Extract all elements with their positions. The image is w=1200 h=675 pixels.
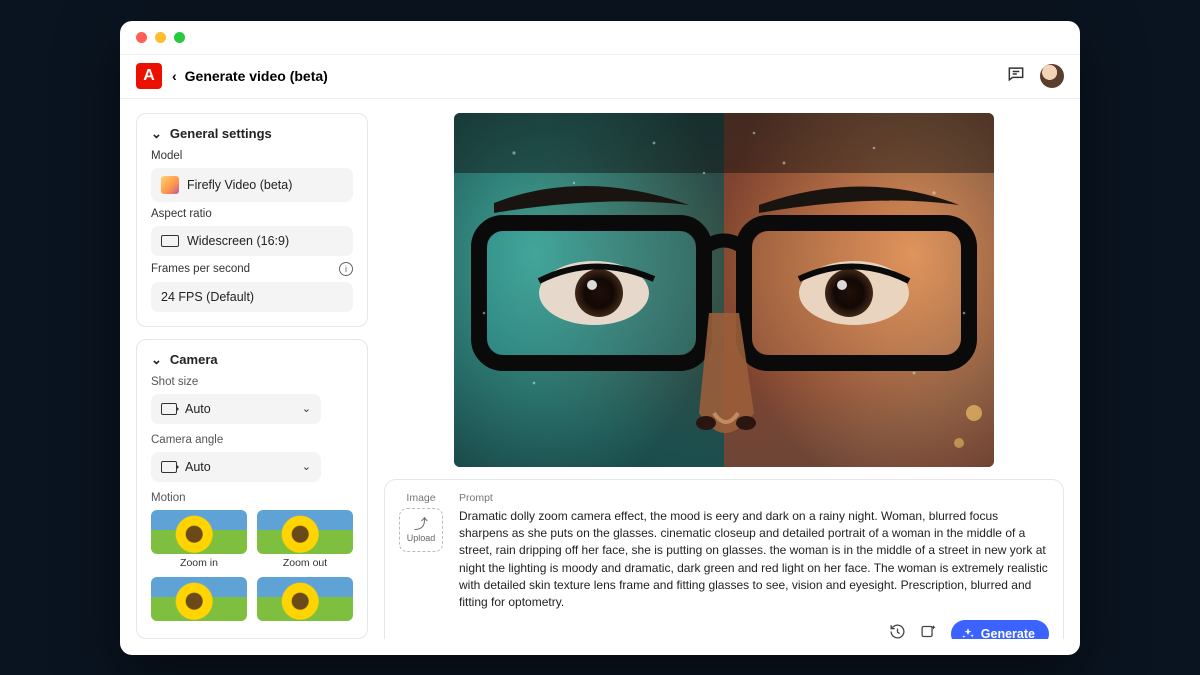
- fps-label: Frames per second: [151, 263, 250, 275]
- motion-option-zoom-in[interactable]: Zoom in: [151, 510, 247, 569]
- aspect-value: Widescreen (16:9): [187, 234, 289, 248]
- adobe-logo-icon: A: [136, 63, 162, 89]
- upload-icon: ⤴︎: [414, 517, 428, 531]
- motion-option-extra-2[interactable]: [257, 577, 353, 621]
- main-area: Image ⤴︎ Upload Prompt Dramatic dolly zo…: [384, 113, 1064, 639]
- model-value: Firefly Video (beta): [187, 178, 292, 192]
- history-icon[interactable]: [889, 623, 906, 639]
- chevron-down-icon: ⌄: [302, 402, 311, 415]
- camera-angle-dropdown[interactable]: Auto ⌄: [151, 452, 321, 482]
- aspect-label: Aspect ratio: [151, 208, 353, 220]
- back-button[interactable]: ‹ Generate video (beta): [172, 68, 328, 84]
- general-settings-toggle[interactable]: ⌄ General settings: [151, 126, 353, 142]
- prompt-label: Prompt: [459, 492, 1049, 504]
- chevron-down-icon: ⌄: [151, 352, 162, 368]
- camera-panel: ⌄ Camera Shot size Auto ⌄ Camera angle A…: [136, 339, 368, 639]
- sunflower-thumb-icon: [151, 577, 247, 621]
- image-column-label: Image: [406, 492, 435, 504]
- chevron-down-icon: ⌄: [151, 126, 162, 142]
- camera-angle-label: Camera angle: [151, 434, 353, 446]
- prompt-text[interactable]: Dramatic dolly zoom camera effect, the m…: [459, 508, 1049, 612]
- chevron-down-icon: ⌄: [302, 460, 311, 473]
- sunflower-thumb-icon: [257, 577, 353, 621]
- shot-size-dropdown[interactable]: Auto ⌄: [151, 394, 321, 424]
- window-zoom-button[interactable]: [174, 32, 185, 43]
- camera-angle-value: Auto: [185, 460, 211, 474]
- motion-options: Zoom in Zoom out: [151, 510, 353, 621]
- motion-caption: Zoom in: [151, 557, 247, 569]
- page-title: Generate video (beta): [185, 68, 328, 84]
- fps-value: 24 FPS (Default): [161, 290, 254, 304]
- general-settings-title: General settings: [170, 126, 272, 141]
- motion-caption: Zoom out: [257, 557, 353, 569]
- firefly-thumb-icon: [161, 176, 179, 194]
- model-label: Model: [151, 150, 353, 162]
- app-header: A ‹ Generate video (beta): [120, 55, 1080, 99]
- info-icon[interactable]: i: [339, 262, 353, 276]
- user-avatar[interactable]: [1040, 64, 1064, 88]
- chevron-left-icon: ‹: [172, 68, 177, 84]
- upload-label: Upload: [407, 533, 436, 543]
- motion-option-extra-1[interactable]: [151, 577, 247, 621]
- motion-option-zoom-out[interactable]: Zoom out: [257, 510, 353, 569]
- settings-sidebar: ⌄ General settings Model Firefly Video (…: [136, 113, 368, 639]
- general-settings-panel: ⌄ General settings Model Firefly Video (…: [136, 113, 368, 327]
- window-traffic-lights: [120, 21, 1080, 55]
- window-minimize-button[interactable]: [155, 32, 166, 43]
- generate-button-label: Generate: [981, 627, 1035, 639]
- app-window: A ‹ Generate video (beta) ⌄ General sett…: [120, 21, 1080, 655]
- motion-label: Motion: [151, 492, 353, 504]
- sunflower-thumb-icon: [257, 510, 353, 554]
- model-selector[interactable]: Firefly Video (beta): [151, 168, 353, 202]
- upload-image-button[interactable]: ⤴︎ Upload: [399, 508, 443, 552]
- prompt-bar: Image ⤴︎ Upload Prompt Dramatic dolly zo…: [384, 479, 1064, 639]
- camera-icon: [161, 461, 177, 473]
- sunflower-thumb-icon: [151, 510, 247, 554]
- camera-icon: [161, 403, 177, 415]
- aspect-ratio-icon: [161, 235, 179, 247]
- window-close-button[interactable]: [136, 32, 147, 43]
- aspect-selector[interactable]: Widescreen (16:9): [151, 226, 353, 256]
- generate-button[interactable]: Generate: [951, 620, 1049, 639]
- video-preview[interactable]: [454, 113, 994, 467]
- feedback-icon[interactable]: [1006, 64, 1026, 89]
- fps-selector[interactable]: 24 FPS (Default): [151, 282, 353, 312]
- sparkle-icon: [961, 627, 975, 639]
- camera-settings-toggle[interactable]: ⌄ Camera: [151, 352, 353, 368]
- enhance-prompt-icon[interactable]: [920, 623, 937, 639]
- camera-section-title: Camera: [170, 352, 218, 367]
- app-body: ⌄ General settings Model Firefly Video (…: [120, 99, 1080, 655]
- shot-size-label: Shot size: [151, 376, 353, 388]
- shot-size-value: Auto: [185, 402, 211, 416]
